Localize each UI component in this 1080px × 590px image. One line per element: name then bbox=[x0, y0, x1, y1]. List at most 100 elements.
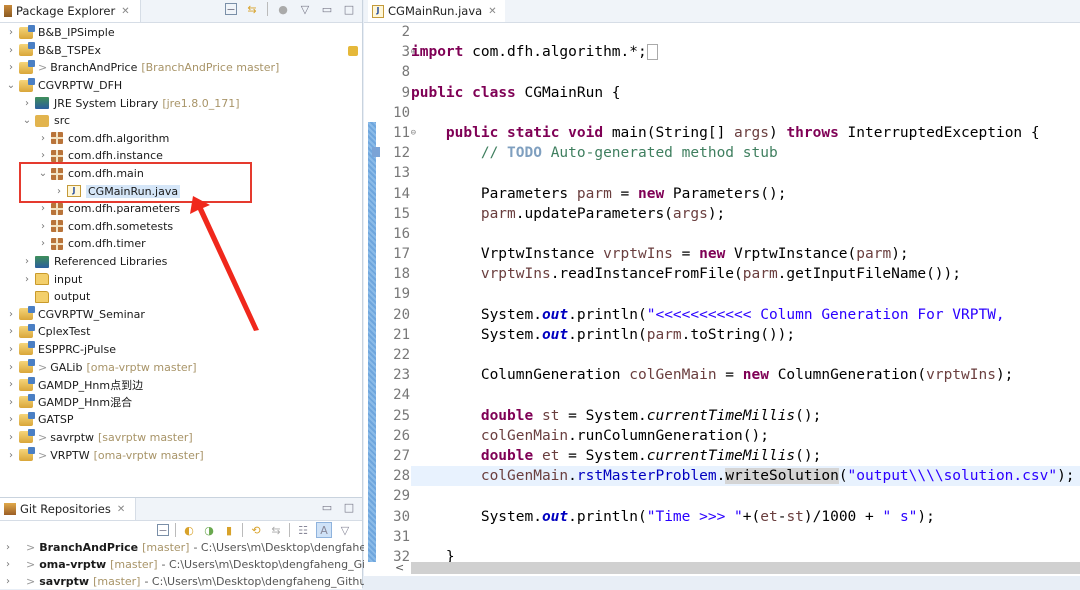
line-number[interactable]: 28 bbox=[378, 466, 414, 486]
link-with-editor-icon[interactable]: ⇆ bbox=[245, 2, 259, 16]
chevron-right-icon[interactable]: › bbox=[6, 344, 16, 355]
chevron-right-icon[interactable]: › bbox=[38, 203, 48, 214]
chevron-right-icon[interactable]: › bbox=[22, 98, 32, 109]
tab-cgmainrun-java[interactable]: J CGMainRun.java ✕ bbox=[368, 0, 505, 22]
warning-icon[interactable] bbox=[348, 46, 358, 57]
line-number[interactable]: 13 bbox=[378, 163, 414, 183]
tree-item[interactable]: › > BranchAndPrice [BranchAndPrice master] bbox=[0, 59, 362, 77]
line-number[interactable]: 22 bbox=[378, 345, 414, 365]
hierarchical-layout-icon[interactable]: ☷ bbox=[296, 523, 310, 537]
line-number[interactable]: 26 bbox=[378, 426, 414, 446]
line-number[interactable]: 16 bbox=[378, 224, 414, 244]
git-repository-item[interactable]: › > BranchAndPrice [master] - C:\Users\m\Des… bbox=[0, 539, 386, 556]
folded-imports-icon[interactable] bbox=[646, 44, 658, 61]
line-number[interactable]: 20 bbox=[378, 305, 414, 325]
link-with-selection-icon[interactable]: ⇆ bbox=[269, 523, 283, 537]
line-number[interactable]: 8 bbox=[378, 62, 414, 82]
line-number[interactable]: 27 bbox=[378, 446, 414, 466]
tab-package-explorer[interactable]: Package Explorer ✕ bbox=[0, 0, 141, 22]
chevron-right-icon[interactable]: › bbox=[22, 274, 32, 285]
create-repository-icon[interactable]: ▮ bbox=[222, 523, 236, 537]
scroll-left-button[interactable]: < bbox=[395, 561, 404, 574]
chevron-right-icon[interactable]: › bbox=[6, 576, 10, 587]
task-marker-icon[interactable] bbox=[372, 147, 380, 158]
chevron-right-icon[interactable]: › bbox=[38, 150, 48, 161]
chevron-right-icon[interactable]: › bbox=[38, 133, 48, 144]
tree-item[interactable]: › > VRPTW [oma-vrptw master] bbox=[0, 446, 362, 464]
refresh-icon[interactable]: ⟲ bbox=[249, 523, 263, 537]
collapse-all-icon[interactable]: − bbox=[157, 524, 169, 537]
tab-git-repositories[interactable]: Git Repositories ✕ bbox=[0, 498, 137, 520]
minimize-icon[interactable]: ▭ bbox=[320, 500, 334, 514]
tree-item[interactable]: › > GALib [oma-vrptw master] bbox=[0, 358, 362, 376]
chevron-right-icon[interactable]: › bbox=[6, 432, 16, 443]
line-number[interactable]: 14 bbox=[378, 184, 414, 204]
chevron-right-icon[interactable]: › bbox=[22, 256, 32, 267]
chevron-down-icon[interactable]: ⌄ bbox=[6, 80, 16, 91]
collapse-all-icon[interactable]: − bbox=[225, 3, 237, 16]
tree-item[interactable]: › input bbox=[0, 270, 362, 288]
line-number[interactable]: 18 bbox=[378, 264, 414, 284]
clone-repository-icon[interactable]: ◑ bbox=[202, 523, 216, 537]
tree-item[interactable]: › com.dfh.instance bbox=[0, 147, 362, 165]
view-menu-icon[interactable]: ▽ bbox=[338, 523, 352, 537]
line-number[interactable]: 30 bbox=[378, 507, 414, 527]
tree-item[interactable]: › Referenced Libraries bbox=[0, 253, 362, 271]
add-repository-icon[interactable]: ◐ bbox=[182, 523, 196, 537]
git-repository-item[interactable]: › > oma-vrptw [master] - C:\Users\m\Desktop\… bbox=[0, 556, 383, 573]
chevron-right-icon[interactable]: › bbox=[6, 559, 10, 570]
line-number[interactable]: 25 bbox=[378, 406, 414, 426]
line-number[interactable]: 10 bbox=[378, 103, 414, 123]
view-menu-icon[interactable]: ▽ bbox=[298, 2, 312, 16]
line-number[interactable]: 11 ⊖ bbox=[378, 123, 416, 143]
chevron-right-icon[interactable]: › bbox=[6, 414, 16, 425]
chevron-right-icon[interactable]: › bbox=[6, 326, 16, 337]
chevron-right-icon[interactable]: › bbox=[38, 238, 48, 249]
maximize-icon[interactable]: □ bbox=[342, 2, 356, 16]
line-number[interactable]: 15 bbox=[378, 204, 414, 224]
tree-item[interactable]: › JRE System Library [jre1.8.0_171] bbox=[0, 94, 362, 112]
line-number[interactable]: 17 bbox=[378, 244, 414, 264]
close-icon[interactable]: ✕ bbox=[121, 6, 129, 17]
chevron-down-icon[interactable]: ⌄ bbox=[38, 168, 48, 179]
line-number[interactable]: 2 bbox=[378, 22, 414, 42]
tree-item[interactable]: › GAMDP_Hnm点到边 bbox=[0, 376, 362, 394]
tree-item[interactable]: › GATSP bbox=[0, 411, 362, 429]
chevron-right-icon[interactable]: › bbox=[6, 362, 16, 373]
chevron-right-icon[interactable]: › bbox=[38, 221, 48, 232]
tree-item[interactable]: › > savrptw [savrptw master] bbox=[0, 429, 362, 447]
maximize-icon[interactable]: □ bbox=[342, 500, 356, 514]
tree-item[interactable]: › com.dfh.algorithm bbox=[0, 130, 362, 148]
tree-item[interactable]: › J CGMainRun.java bbox=[0, 182, 362, 200]
close-icon[interactable]: ✕ bbox=[117, 504, 125, 515]
chevron-right-icon[interactable]: › bbox=[6, 45, 16, 56]
tree-item[interactable]: › ESPPRC-jPulse bbox=[0, 341, 362, 359]
chevron-down-icon[interactable]: ⌄ bbox=[22, 115, 32, 126]
chevron-right-icon[interactable]: › bbox=[6, 309, 16, 320]
tree-item[interactable]: › CGVRPTW_Seminar bbox=[0, 306, 362, 324]
line-number[interactable]: 9 bbox=[378, 83, 414, 103]
minimize-icon[interactable]: ▭ bbox=[320, 2, 334, 16]
line-number[interactable]: 21 bbox=[378, 325, 414, 345]
tree-item[interactable]: › GAMDP_Hnm混合 bbox=[0, 393, 362, 411]
label-mode-icon[interactable]: A bbox=[316, 522, 332, 538]
tree-item[interactable]: › com.dfh.timer bbox=[0, 235, 362, 253]
tree-item[interactable]: ⌄ src bbox=[0, 112, 362, 130]
tree-item[interactable]: › B&B_IPSimple bbox=[0, 24, 362, 42]
tree-item[interactable]: ⌄ com.dfh.main bbox=[0, 165, 362, 183]
line-number[interactable]: 24 bbox=[378, 385, 414, 405]
chevron-right-icon[interactable]: › bbox=[54, 186, 64, 197]
tree-item[interactable]: › com.dfh.sometests bbox=[0, 218, 362, 236]
tree-item[interactable]: › B&B_TSPEx bbox=[0, 42, 362, 60]
horizontal-scrollbar[interactable]: < bbox=[395, 561, 1080, 574]
git-repository-item[interactable]: › > savrptw [master] - C:\Users\m\Desktop\de… bbox=[0, 573, 377, 590]
chevron-right-icon[interactable]: › bbox=[6, 397, 16, 408]
tree-item[interactable]: output bbox=[0, 288, 362, 306]
close-icon[interactable]: ✕ bbox=[488, 6, 496, 17]
code-area[interactable]: import com.dfh.algorithm.*; public class… bbox=[411, 22, 1080, 567]
chevron-right-icon[interactable]: › bbox=[6, 542, 10, 553]
tree-item[interactable]: › com.dfh.parameters bbox=[0, 200, 362, 218]
line-number[interactable]: 19 bbox=[378, 284, 414, 304]
chevron-right-icon[interactable]: › bbox=[6, 27, 16, 38]
tree-item[interactable]: › CplexTest bbox=[0, 323, 362, 341]
